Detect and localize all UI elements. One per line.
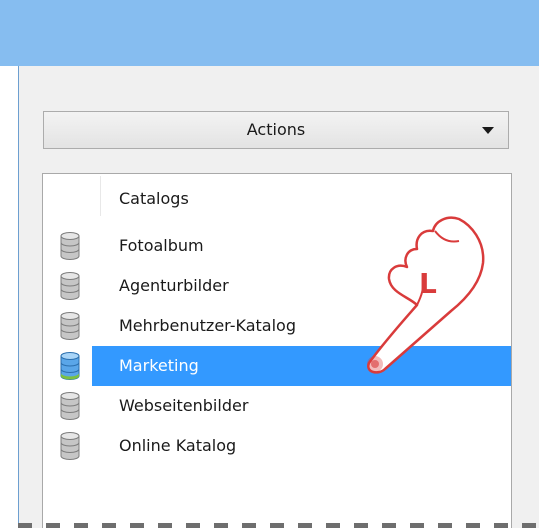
database-icon [60,312,80,340]
database-icon [60,272,80,300]
database-icon [60,392,80,420]
catalog-label: Online Katalog [119,436,237,455]
actions-label: Actions [246,120,306,139]
column-divider [100,176,101,216]
database-icon [60,352,80,380]
database-icon [60,432,80,460]
catalog-label: Agenturbilder [119,276,229,295]
database-icon [60,232,80,260]
window-titlebar [0,0,539,66]
chevron-down-icon [482,127,494,134]
catalog-label: Marketing [119,356,199,375]
catalog-label: Mehrbenutzer-Katalog [119,316,296,335]
actions-dropdown-button[interactable]: Actions [43,111,509,149]
catalog-label: Fotoalbum [119,236,204,255]
window-bottom-edge [18,523,539,528]
cursor-label: L [419,267,437,300]
catalog-row-webseitenbilder[interactable]: Webseitenbilder [43,386,511,426]
catalog-row-online-katalog[interactable]: Online Katalog [43,426,511,466]
hand-pointer-icon: L [367,216,485,374]
catalog-list-header: Catalogs [43,174,511,218]
catalogs-column-header[interactable]: Catalogs [119,189,189,208]
catalog-label: Webseitenbilder [119,396,249,415]
